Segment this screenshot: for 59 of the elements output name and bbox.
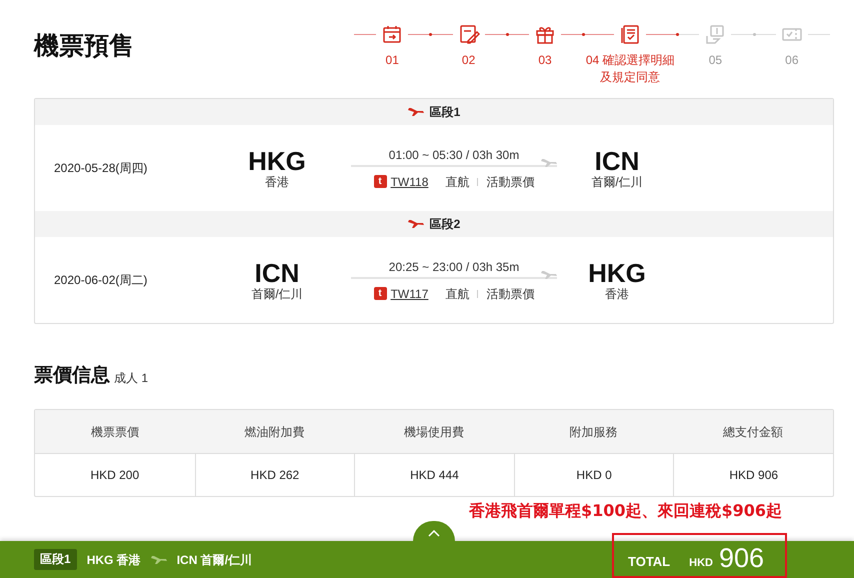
- city-name: 香港: [605, 287, 629, 301]
- segment-badge: 區段1: [34, 549, 77, 570]
- passenger-count: 成人 1: [114, 370, 148, 387]
- document-icon: [619, 23, 642, 45]
- plane-icon: [150, 556, 167, 564]
- city-name: 首爾/仁川: [591, 175, 643, 189]
- table-cell-text: HKD 200: [89, 467, 140, 484]
- plane-icon: [541, 270, 557, 278]
- plane-icon: [408, 108, 424, 116]
- fare-type: 活動票價: [486, 174, 534, 190]
- step-label: 04 確認選擇明細及規定同意: [584, 52, 676, 86]
- calendar-icon: [381, 23, 404, 45]
- column-header: 機票票價: [90, 424, 140, 440]
- step-label: 03: [538, 52, 552, 69]
- segment-title: 區段2: [430, 216, 460, 233]
- airport-code: ICN: [254, 259, 300, 287]
- flight-time: 20:25 ~ 23:00 / 03h 35m: [388, 258, 520, 276]
- segment-title: 區段1: [430, 104, 460, 121]
- step-label: 01: [386, 52, 399, 69]
- expand-button[interactable]: [413, 521, 455, 541]
- column-header: 附加服務: [568, 424, 619, 440]
- total-amount: 906: [718, 543, 764, 573]
- city-name: 香港: [265, 175, 289, 189]
- plane-icon: [541, 158, 557, 166]
- footer-origin: HKG 香港: [86, 552, 141, 568]
- airport-code: HKG: [588, 259, 646, 287]
- flight-date: 2020-05-28(周四): [53, 160, 148, 177]
- table-cell: HKD 262: [194, 454, 354, 496]
- flight-number-link[interactable]: TW117: [390, 284, 428, 302]
- flight-number-link[interactable]: TW118: [390, 172, 428, 190]
- step-label: 06: [785, 52, 798, 69]
- fare-type: 活動票價: [486, 286, 534, 302]
- flight-type: 直航: [445, 286, 470, 302]
- edit-icon: [458, 23, 480, 45]
- table-cell: HKD 0: [514, 454, 674, 496]
- column-header: 燃油附加費: [243, 424, 306, 440]
- step-label: 02: [462, 52, 476, 69]
- table-cell: HKD 906: [673, 454, 833, 496]
- flight-type: 直航: [445, 174, 470, 190]
- flight-time: 01:00 ~ 05:30 / 03h 30m: [388, 146, 520, 164]
- city-name: 首爾/仁川: [251, 287, 303, 301]
- airline-logo: t: [374, 287, 387, 300]
- section-title: 票價信息: [34, 364, 110, 388]
- footer-destination: ICN 首爾/仁川: [176, 552, 252, 568]
- table-cell: HKD 444: [354, 454, 514, 496]
- total-currency: HKD: [689, 556, 713, 570]
- column-header: 機場使用費: [402, 424, 465, 440]
- promo-annotation: 香港飛首爾單程$100起、來回連稅$906起: [469, 500, 782, 522]
- total-label: TOTAL: [628, 552, 670, 570]
- airport-code: HKG: [248, 147, 306, 175]
- step-label: 05: [708, 52, 722, 69]
- airline-logo: t: [374, 175, 387, 188]
- column-header: 總支付金額: [722, 424, 784, 440]
- plane-icon: [408, 220, 424, 228]
- payment-icon: [704, 23, 726, 45]
- flight-date: 2020-06-02(周二): [53, 272, 148, 289]
- chevron-up-icon: [428, 530, 440, 537]
- airport-code: ICN: [594, 147, 640, 175]
- page-title: 機票預售: [34, 31, 134, 62]
